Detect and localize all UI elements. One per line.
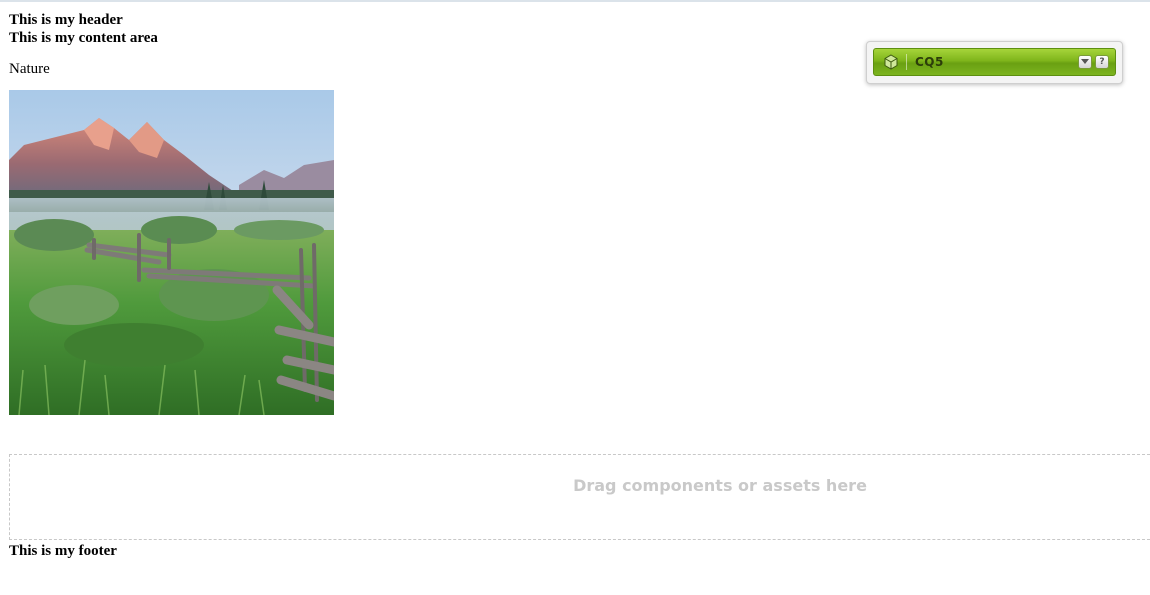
sidekick-title: CQ5 (915, 55, 944, 69)
help-button[interactable]: ? (1095, 55, 1109, 69)
landscape-image[interactable] (9, 90, 334, 415)
dropzone-label: Drag components or assets here (573, 476, 867, 495)
sidekick-titlebar[interactable]: CQ5 ? (873, 48, 1116, 76)
component-dropzone[interactable]: Drag components or assets here (9, 454, 1150, 540)
page-footer: This is my footer (9, 543, 117, 559)
sidekick-separator (906, 54, 907, 70)
page-header: This is my header (9, 12, 123, 28)
cube-icon (880, 51, 902, 73)
top-border (0, 0, 1150, 2)
chevron-down-icon[interactable] (1078, 55, 1092, 69)
cq5-sidekick[interactable]: CQ5 ? (866, 41, 1123, 84)
